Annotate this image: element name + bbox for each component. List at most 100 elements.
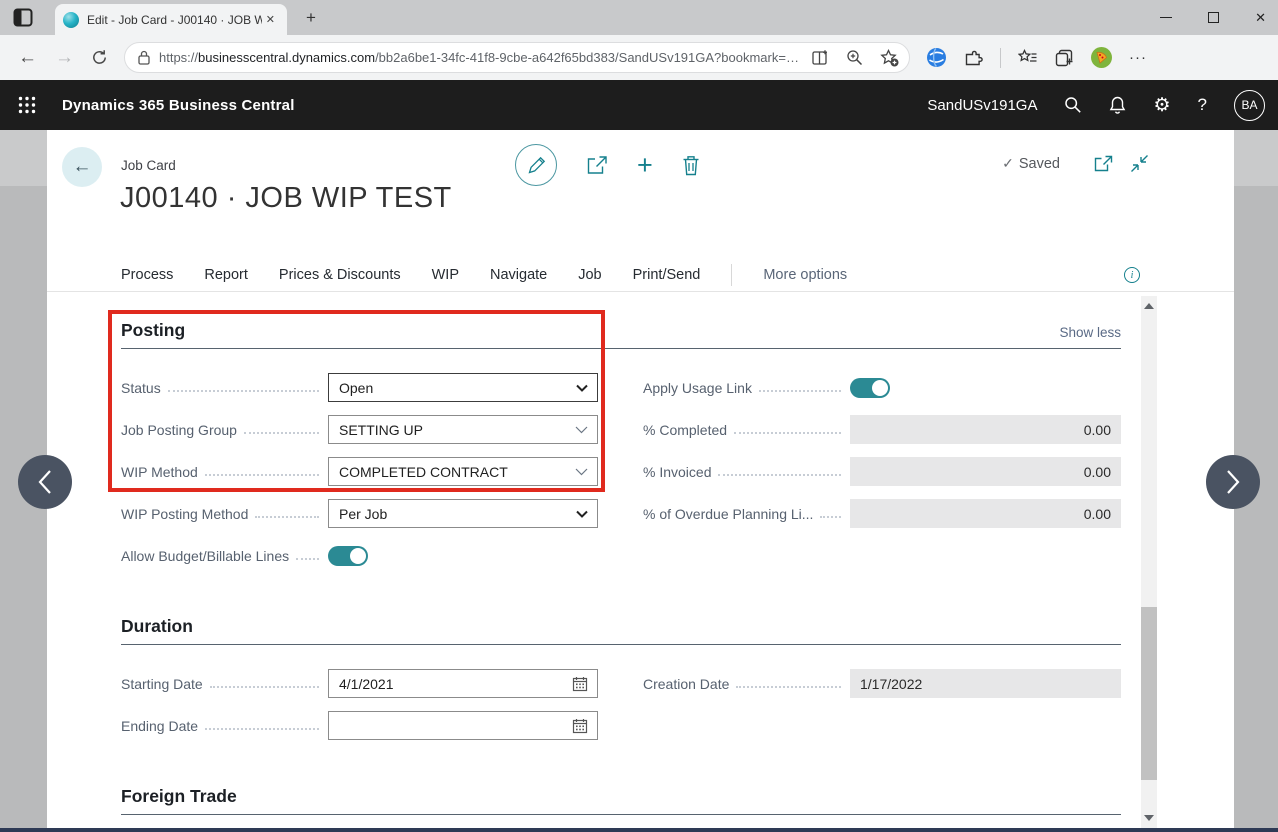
pct-overdue-field-row: % of Overdue Planning Li... 0.00 [643, 499, 1121, 528]
wip-method-label: WIP Method [121, 463, 198, 481]
wip-posting-method-select[interactable]: Per Job [328, 499, 598, 528]
collections-add-button[interactable] [1055, 49, 1074, 67]
apply-usage-link-field-row: Apply Usage Link [643, 373, 1121, 402]
browser-extension-icons: ··· [926, 47, 1147, 68]
menu-process[interactable]: Process [121, 267, 173, 283]
url-text[interactable]: https://businesscentral.dynamics.com/bb2… [159, 50, 804, 65]
menu-print-send[interactable]: Print/Send [633, 267, 701, 283]
dotted-leader [820, 516, 841, 518]
split-screen-button[interactable] [812, 49, 829, 66]
help-button[interactable]: ? [1198, 95, 1207, 115]
minimize-icon [1160, 17, 1172, 19]
browser-settings-menu-button[interactable]: ··· [1129, 49, 1147, 66]
zoom-button[interactable] [846, 49, 863, 66]
pct-invoiced-field-row: % Invoiced 0.00 [643, 457, 1121, 486]
scrollbar-up-arrow[interactable] [1144, 303, 1154, 309]
chevron-down-icon [576, 510, 588, 518]
status-select[interactable]: Open [328, 373, 598, 402]
next-record-button[interactable] [1206, 455, 1260, 509]
product-title[interactable]: Dynamics 365 Business Central [62, 97, 295, 114]
d365-header-bar: Dynamics 365 Business Central SandUSv191… [0, 80, 1278, 130]
calendar-icon[interactable] [572, 676, 588, 692]
duration-section: Duration Starting Date 4/1/2021 [121, 616, 1121, 740]
browser-tab[interactable]: Edit - Job Card - J00140 · JOB WI ✕ [55, 4, 287, 35]
show-less-link[interactable]: Show less [1059, 325, 1121, 340]
new-tab-button[interactable]: + [300, 7, 322, 29]
address-bar[interactable]: https://businesscentral.dynamics.com/bb2… [124, 42, 910, 73]
wip-method-field-row: WIP Method COMPLETED CONTRACT [121, 457, 598, 486]
dotted-leader [255, 516, 319, 518]
dotted-leader [205, 474, 319, 476]
pct-completed-label: % Completed [643, 421, 727, 439]
pct-completed-field-row: % Completed 0.00 [643, 415, 1121, 444]
window-minimize-button[interactable] [1160, 17, 1172, 19]
scrollbar-down-arrow[interactable] [1144, 815, 1154, 821]
settings-gear-icon[interactable]: ⚙ [1153, 96, 1170, 115]
info-icon[interactable]: i [1124, 267, 1140, 283]
browser-forward-button[interactable]: → [55, 48, 74, 67]
ending-date-input[interactable] [328, 711, 598, 740]
window-close-button[interactable]: ✕ [1255, 11, 1266, 24]
wip-method-lookup[interactable]: COMPLETED CONTRACT [328, 457, 598, 486]
new-record-button[interactable]: + [637, 152, 653, 179]
allow-budget-billable-lines-label: Allow Budget/Billable Lines [121, 547, 289, 565]
open-in-new-icon [1093, 155, 1113, 173]
tab-close-icon[interactable]: ✕ [262, 11, 279, 28]
window-maximize-button[interactable] [1208, 12, 1219, 23]
page-title: J00140 · JOB WIP TEST [120, 182, 452, 215]
browser-essentials-button[interactable] [926, 47, 947, 68]
dotted-leader [205, 728, 319, 730]
refresh-icon [91, 49, 108, 66]
lock-icon[interactable] [138, 50, 150, 65]
scrollbar-thumb[interactable] [1141, 607, 1157, 780]
job-posting-group-lookup[interactable]: SETTING UP [328, 415, 598, 444]
more-options-button[interactable]: More options [763, 267, 847, 283]
starting-date-input[interactable]: 4/1/2021 [328, 669, 598, 698]
menu-job[interactable]: Job [578, 267, 601, 283]
toggle-knob [350, 548, 366, 564]
menu-navigate[interactable]: Navigate [490, 267, 547, 283]
menu-prices-discounts[interactable]: Prices & Discounts [279, 267, 401, 283]
toggle-knob [872, 380, 888, 396]
allow-budget-billable-lines-toggle[interactable] [328, 546, 368, 566]
browser-refresh-button[interactable] [91, 49, 108, 66]
extensions-button[interactable] [964, 49, 983, 67]
delete-button[interactable] [682, 155, 700, 176]
pct-overdue-field: 0.00 [850, 499, 1121, 528]
browser-toolbar: ← → https://businesscentral.dynamics.com… [0, 35, 1278, 80]
vertical-scrollbar[interactable] [1141, 296, 1157, 828]
environment-name: SandUSv191GA [927, 97, 1037, 114]
menu-wip[interactable]: WIP [432, 267, 459, 283]
share-button[interactable] [586, 155, 608, 175]
notifications-button[interactable] [1109, 96, 1126, 115]
collapse-page-button[interactable] [1130, 154, 1149, 173]
favorites-button[interactable] [1018, 49, 1038, 66]
app-launcher-waffle-icon[interactable] [18, 96, 36, 114]
tab-actions-menu-button[interactable] [11, 6, 35, 29]
foreign-trade-section: Foreign Trade [121, 786, 1121, 815]
dotted-leader [734, 432, 841, 434]
foreign-trade-section-title: Foreign Trade [121, 786, 1121, 806]
apply-usage-link-toggle[interactable] [850, 378, 890, 398]
workspace-background: ← Job Card + [0, 130, 1278, 832]
dotted-leader [736, 686, 841, 688]
edit-pencil-button[interactable] [515, 144, 557, 186]
browser-back-button[interactable]: ← [18, 48, 37, 67]
search-button[interactable] [1064, 96, 1082, 114]
page-back-button[interactable]: ← [62, 147, 102, 187]
previous-record-button[interactable] [18, 455, 72, 509]
user-avatar[interactable]: BA [1234, 90, 1265, 121]
menu-report[interactable]: Report [204, 267, 248, 283]
status-label: Status [121, 379, 161, 397]
calendar-icon[interactable] [572, 718, 588, 734]
pct-invoiced-field: 0.00 [850, 457, 1121, 486]
url-scheme: https:// [159, 50, 198, 65]
trash-icon [682, 155, 700, 176]
add-favorite-button[interactable] [880, 49, 899, 67]
dotted-leader [718, 474, 841, 476]
check-icon: ✓ [1002, 155, 1014, 172]
open-in-new-window-button[interactable] [1093, 155, 1113, 173]
pizza-extension-icon[interactable] [1091, 47, 1112, 68]
business-central-favicon [63, 12, 79, 28]
tab-title: Edit - Job Card - J00140 · JOB WI [87, 13, 262, 27]
